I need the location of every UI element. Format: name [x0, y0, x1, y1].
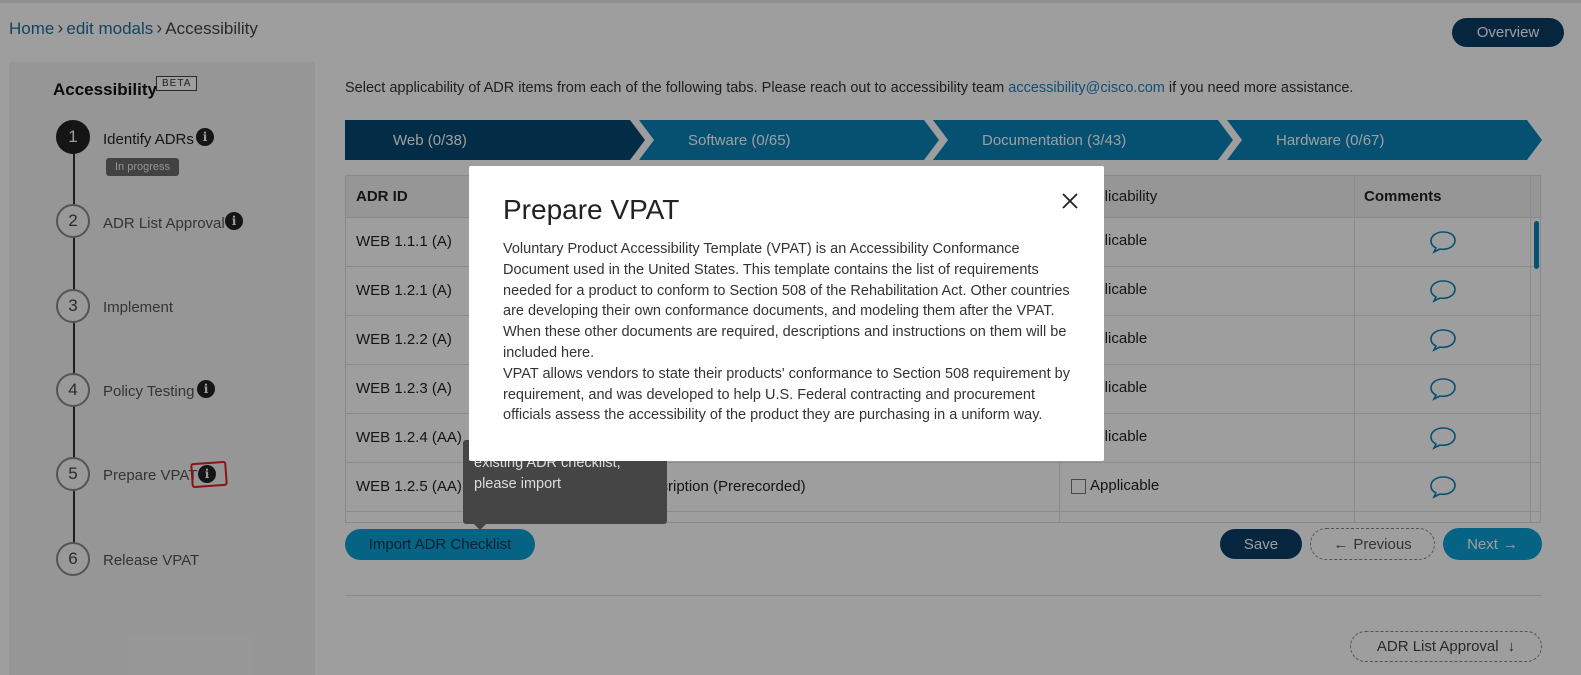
modal-paragraph-2: VPAT allows vendors to state their produ…: [503, 365, 1070, 424]
modal-body: Voluntary Product Accessibility Template…: [503, 239, 1073, 426]
close-icon[interactable]: [1057, 188, 1083, 214]
tooltip-arrow: [473, 523, 487, 530]
prepare-vpat-modal: Prepare VPAT Voluntary Product Accessibi…: [469, 166, 1104, 461]
modal-title: Prepare VPAT: [503, 194, 680, 225]
modal-paragraph-1: Voluntary Product Accessibility Template…: [503, 241, 1070, 361]
